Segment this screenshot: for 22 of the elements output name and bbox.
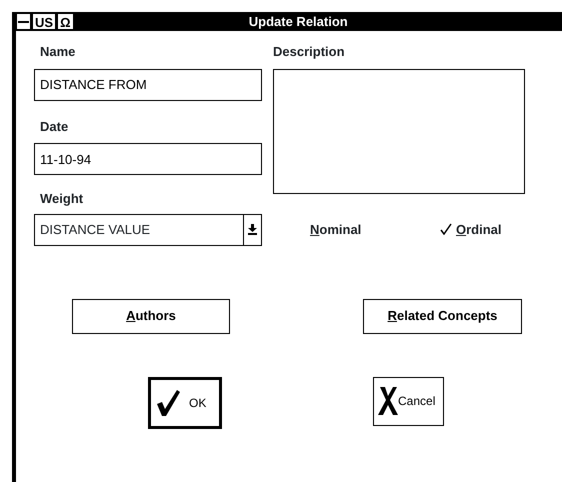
dropdown-field[interactable]: DISTANCE VALUE <box>34 214 262 246</box>
field-label: Description <box>273 43 346 61</box>
field-label: Name <box>40 43 76 61</box>
check-icon <box>155 388 181 416</box>
field-label: Date <box>40 118 70 136</box>
window-title: Update Relation <box>248 12 349 31</box>
cancel-button[interactable]: Cancel <box>373 376 444 426</box>
description-field[interactable] <box>273 68 525 194</box>
dialog-button[interactable]: Related Concepts <box>363 298 522 334</box>
dropdown-value: DISTANCE VALUE <box>39 220 152 239</box>
minus-icon <box>18 20 29 22</box>
field-label: Weight <box>40 190 84 208</box>
title-bar-button[interactable]: US <box>32 13 56 30</box>
option-item[interactable]: Nominal <box>310 220 362 239</box>
x-icon <box>378 386 398 416</box>
option-item[interactable]: Ordinal <box>456 220 502 239</box>
ok-button[interactable]: OK <box>148 376 222 428</box>
text-field[interactable]: DISTANCE FROM <box>34 68 262 100</box>
system-menu-button[interactable] <box>16 13 31 30</box>
text-field[interactable]: 11-10-94 <box>34 143 262 175</box>
dialog-button[interactable]: Authors <box>72 298 230 334</box>
title-bar-button[interactable]: Ω <box>57 13 74 30</box>
